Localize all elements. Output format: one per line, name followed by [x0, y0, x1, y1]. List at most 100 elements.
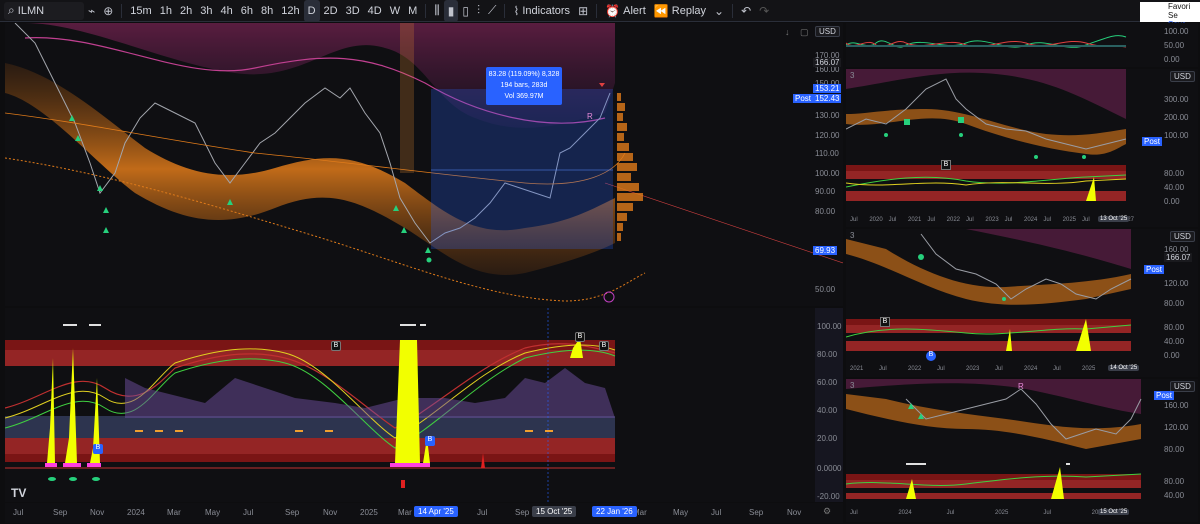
time-axis-label: May	[205, 508, 221, 517]
symbol-search[interactable]: ⌕ ILMN	[4, 1, 84, 20]
time-axis-label: Mar	[167, 508, 181, 517]
side-panel-2[interactable]: 3 USD B B 166.07 Post 160.00 120.00 80.0…	[846, 229, 1198, 377]
settings-gear-icon[interactable]: ⚙	[823, 506, 831, 517]
favorites-area[interactable]: Favori Se Save	[1140, 2, 1200, 29]
osc-axis[interactable]: 100.00 80.00 60.00 40.00 20.00 0.0000 -20.00	[815, 308, 843, 502]
timeframe-m[interactable]: M	[404, 0, 421, 22]
side-panel-1[interactable]: 3 USD B 300.00 200.00 100.00 Post 80.00 …	[846, 69, 1198, 227]
side-panel-3-label: 3	[850, 381, 855, 390]
timeframe-3d[interactable]: 3D	[342, 0, 364, 22]
price-axis-label: 100.00	[815, 169, 840, 178]
side-panel-2-marker-b-1: B	[880, 317, 890, 327]
scroll-down-icon[interactable]: ↓	[785, 27, 790, 37]
side-strip-canvas	[846, 35, 1127, 48]
replay-dropdown-icon[interactable]: ⌄	[710, 0, 728, 22]
candles-icon[interactable]: ▮	[443, 0, 459, 22]
time-axis-label: Jul	[711, 508, 722, 517]
side-panel-2-marker-b-2: B	[926, 351, 936, 361]
side-top-axis-2: 0.00	[1164, 55, 1180, 64]
side-time-label: 2022	[908, 366, 922, 372]
side-time-label: Jul	[1043, 510, 1051, 516]
post-label: Post	[793, 94, 814, 103]
time-axis[interactable]: Jul Sep Nov 2024 Mar May Jul Sep Nov 2025 Mar Jul Se…	[5, 503, 843, 523]
time-axis-label: Sep	[515, 508, 530, 517]
line-chart-icon[interactable]: ⟋	[484, 0, 500, 22]
time-axis-label: Jul	[477, 508, 488, 517]
p2-osc-axis-0: 80.00	[1164, 323, 1185, 332]
side-time-label: Jul	[966, 217, 974, 223]
add-symbol-icon[interactable]: ⊕	[99, 0, 117, 22]
alert-button[interactable]: ⏰ Alert	[601, 0, 650, 22]
crosshair-date-3: 22 Jan '26	[592, 506, 637, 517]
side-time-label: 2022	[946, 217, 961, 223]
timeframe-4d[interactable]: 4D	[364, 0, 386, 22]
side-panel-3[interactable]: 3 USD R Post 160.00 120.00 80.00 80.00 4…	[846, 379, 1198, 522]
side-time-label: Jul	[1053, 366, 1061, 372]
p3-axis-1: 120.00	[1164, 423, 1189, 432]
osc-axis-label: -20.00	[817, 492, 840, 501]
timeframe-2h[interactable]: 2h	[176, 0, 196, 22]
price-tag-166: 166.07	[813, 58, 842, 67]
marker-b-1: B	[93, 444, 103, 454]
timeframe-4h[interactable]: 4h	[216, 0, 236, 22]
measure-line-3: Vol 369.97M	[504, 93, 544, 100]
side-time-label: 2020	[869, 217, 883, 223]
timeframe-w[interactable]: W	[386, 0, 404, 22]
side-panel-3-marker-r: R	[1018, 382, 1024, 391]
p1-axis-0: 300.00	[1164, 95, 1189, 104]
favorites-label: Favori Se	[1168, 2, 1191, 20]
side-panel-3-canvas	[846, 379, 1142, 499]
side-time-label: 2021	[850, 366, 864, 372]
measure-line-2: 194 bars, 283d	[500, 82, 548, 89]
measure-selection[interactable]	[431, 89, 613, 249]
replay-button[interactable]: ⏪ Replay	[650, 0, 710, 22]
marker-b-4: B	[575, 332, 585, 342]
p1-axis-1: 200.00	[1164, 113, 1189, 122]
time-axis-label: Nov	[90, 508, 105, 517]
time-axis-labels: Jul Sep Nov 2024 Mar May Jul Sep Nov 2025 Mar Jul Se…	[5, 503, 815, 523]
undo-icon[interactable]: ↶	[737, 0, 755, 22]
redo-icon[interactable]: ↷	[755, 0, 773, 22]
osc-axis-label: 100.00	[817, 322, 842, 331]
time-axis-label: Nov	[323, 508, 338, 517]
price-axis-label: 80.00	[815, 207, 836, 216]
p1-osc-axis-2: 0.00	[1164, 197, 1180, 206]
osc-axis-label: 60.00	[817, 378, 838, 387]
side-time-label: 2025	[1062, 217, 1077, 223]
timeframe-2d[interactable]: 2D	[320, 0, 342, 22]
main-price-chart[interactable]: R 83.28 (119.09%) 8,328 194 bars, 283d V…	[5, 23, 843, 306]
timeframe-6h[interactable]: 6h	[237, 0, 257, 22]
price-axis-label: 120.00	[815, 131, 840, 140]
tradingview-logo-icon: TV	[11, 486, 27, 500]
timeframe-3h[interactable]: 3h	[196, 0, 216, 22]
indicators-button[interactable]: ⌇ Indicators	[509, 0, 574, 22]
p3-post: Post	[1154, 391, 1175, 400]
timeframe-d[interactable]: D	[303, 0, 320, 22]
side-top-strip[interactable]: 100.00 50.00 0.00	[846, 23, 1198, 67]
timeframe-15m[interactable]: 15m	[126, 0, 155, 22]
settings-icon[interactable]: ▢	[800, 27, 809, 38]
p2-osc-axis-2: 0.00	[1164, 351, 1180, 360]
side-time-label: Jul	[1082, 217, 1090, 223]
bars-icon[interactable]: ⫶	[473, 0, 484, 22]
marker-b-5: B	[599, 341, 609, 351]
indicators-label: Indicators	[522, 4, 571, 17]
alert-label: Alert	[623, 4, 646, 17]
bar-type-icon[interactable]: ⫼	[430, 0, 444, 22]
price-axis-label: 110.00	[815, 149, 839, 158]
templates-icon[interactable]: ⊞	[574, 0, 592, 22]
time-axis-label: Jul	[243, 508, 254, 517]
p2-osc-axis-1: 40.00	[1164, 337, 1185, 346]
compare-icon[interactable]: ⌁	[84, 0, 99, 22]
p1-post: Post	[1142, 137, 1163, 146]
oscillator-canvas	[5, 308, 616, 502]
side-panel-1-currency[interactable]: USD	[1170, 71, 1195, 82]
timeframe-8h[interactable]: 8h	[257, 0, 277, 22]
price-axis-label: 130.00	[815, 111, 840, 120]
oscillator-chart[interactable]: B B B B B 100.00 80.00 60.00 40.00 20.00 0.00…	[5, 308, 843, 502]
hollow-candles-icon[interactable]: ▯	[458, 0, 473, 22]
timeframe-1h[interactable]: 1h	[156, 0, 176, 22]
side-panel-2-currency[interactable]: USD	[1170, 231, 1195, 242]
side-panel-2-label: 3	[850, 231, 855, 240]
timeframe-12h[interactable]: 12h	[277, 0, 303, 22]
